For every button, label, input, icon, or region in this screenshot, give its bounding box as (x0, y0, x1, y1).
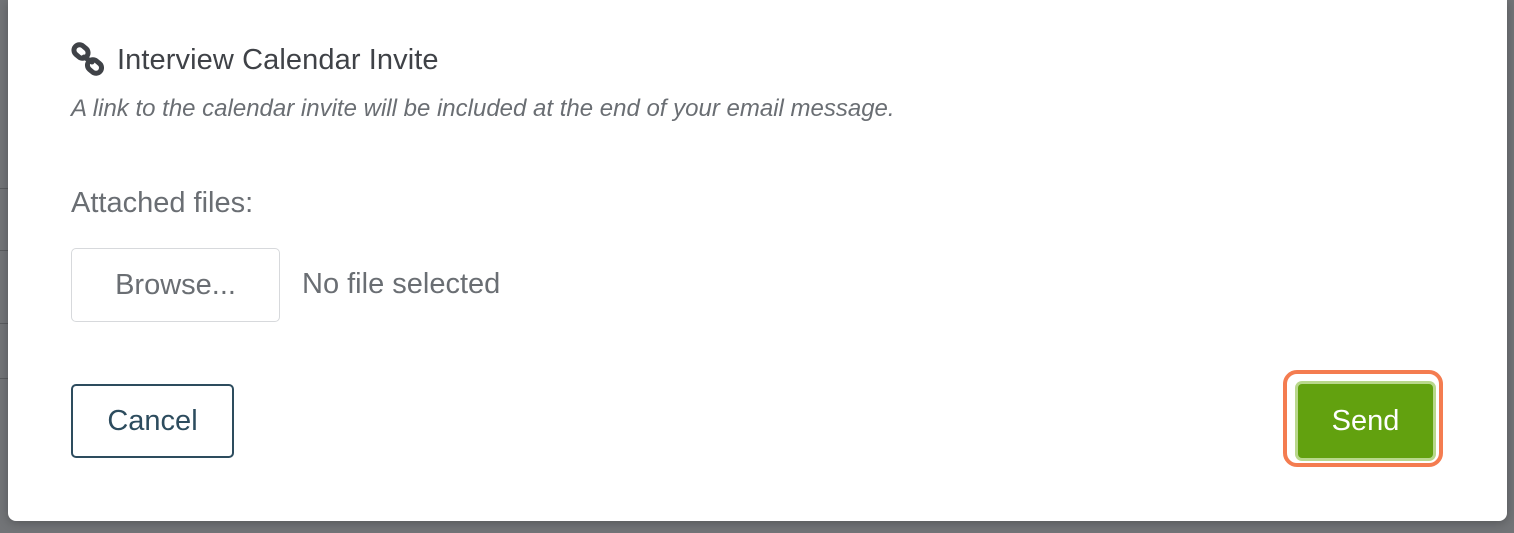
file-status-text: No file selected (302, 268, 501, 300)
link-icon (71, 42, 107, 78)
background-divider (0, 378, 8, 379)
browse-button[interactable]: Browse... (71, 248, 280, 322)
send-button[interactable]: Send (1298, 384, 1433, 458)
attached-files-label: Attached files: (71, 187, 254, 219)
background-divider (0, 250, 8, 251)
cancel-button[interactable]: Cancel (71, 384, 234, 458)
background-text-fragment (0, 0, 8, 18)
calendar-invite-title: Interview Calendar Invite (117, 43, 439, 76)
calendar-invite-description: A link to the calendar invite will be in… (71, 95, 895, 122)
calendar-invite-header: Interview Calendar Invite (71, 42, 439, 78)
background-divider (0, 323, 8, 324)
background-divider (0, 188, 8, 189)
